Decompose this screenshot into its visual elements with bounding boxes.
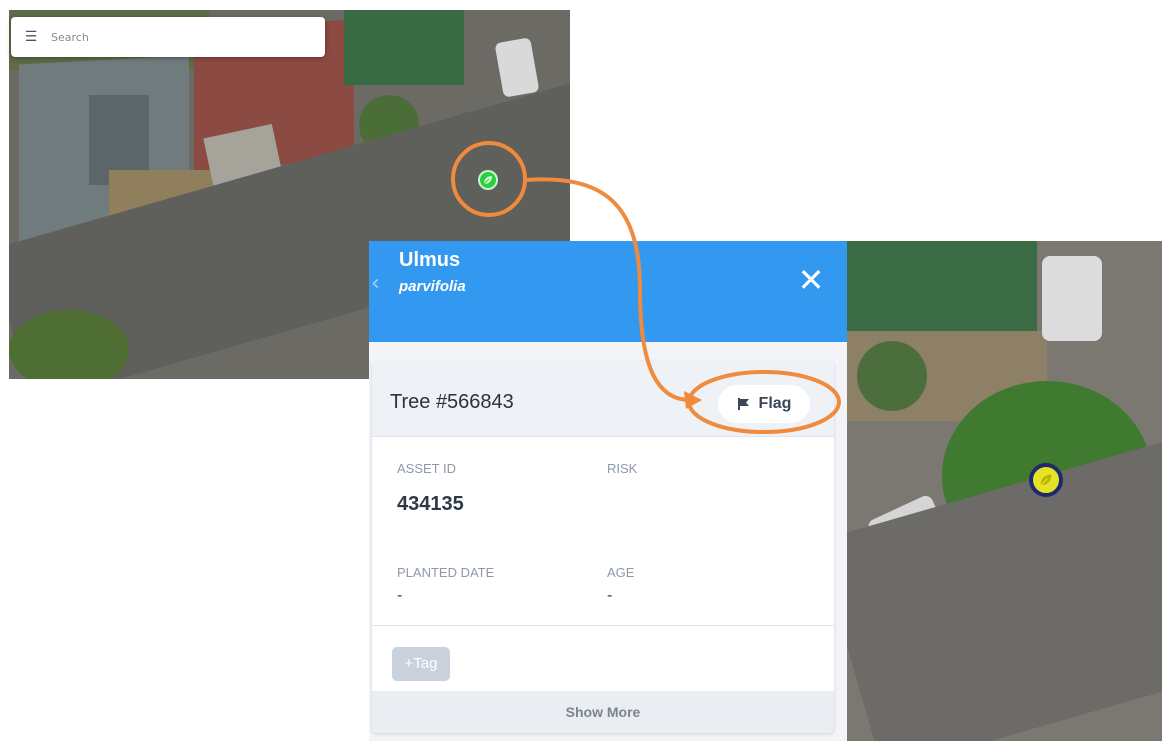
tree-species: parvifolia: [399, 278, 466, 295]
tree-marker-green[interactable]: [478, 170, 498, 190]
tree-marker-selected[interactable]: [1029, 463, 1063, 497]
age-label: AGE: [607, 565, 635, 580]
divider: [372, 625, 834, 626]
menu-icon[interactable]: ☰: [11, 29, 51, 45]
tree-genus: Ulmus: [399, 249, 461, 271]
search-input[interactable]: [51, 30, 301, 44]
show-more-button[interactable]: Show More: [372, 691, 834, 733]
planted-date-value: -: [397, 587, 403, 604]
planted-date-label: PLANTED DATE: [397, 565, 495, 580]
add-tag-button[interactable]: +Tag: [392, 647, 450, 681]
tree-detail-panel: ‹ Ulmus parvifolia ✕ Tree #566843 Flag A…: [369, 241, 847, 741]
close-icon[interactable]: ✕: [794, 263, 828, 297]
back-chevron-icon[interactable]: ‹: [371, 271, 380, 296]
house-roof-green: [344, 10, 464, 85]
aerial-map-zoomed[interactable]: [847, 241, 1162, 741]
asset-id-label: ASSET ID: [397, 461, 457, 476]
card-header: Tree #566843 Flag: [372, 361, 834, 437]
leaf-icon: [483, 176, 492, 185]
flag-button[interactable]: Flag: [718, 385, 810, 423]
tree-info-card: Tree #566843 Flag ASSET ID 434135 RISK P…: [372, 361, 834, 733]
parked-car: [494, 37, 540, 98]
parked-car: [1042, 256, 1102, 341]
flag-icon: [737, 398, 749, 410]
tree-title: Tree #566843: [390, 391, 514, 413]
tree-canopy-small: [857, 341, 927, 411]
leaf-icon: [1040, 474, 1052, 486]
panel-header: ‹ Ulmus parvifolia ✕: [369, 241, 847, 342]
age-value: -: [607, 587, 613, 604]
search-bar: ☰: [11, 17, 325, 57]
asset-id-value: 434135: [397, 493, 464, 515]
flag-label: Flag: [758, 395, 792, 412]
house-roof-green: [847, 241, 1037, 331]
risk-label: RISK: [607, 461, 638, 476]
